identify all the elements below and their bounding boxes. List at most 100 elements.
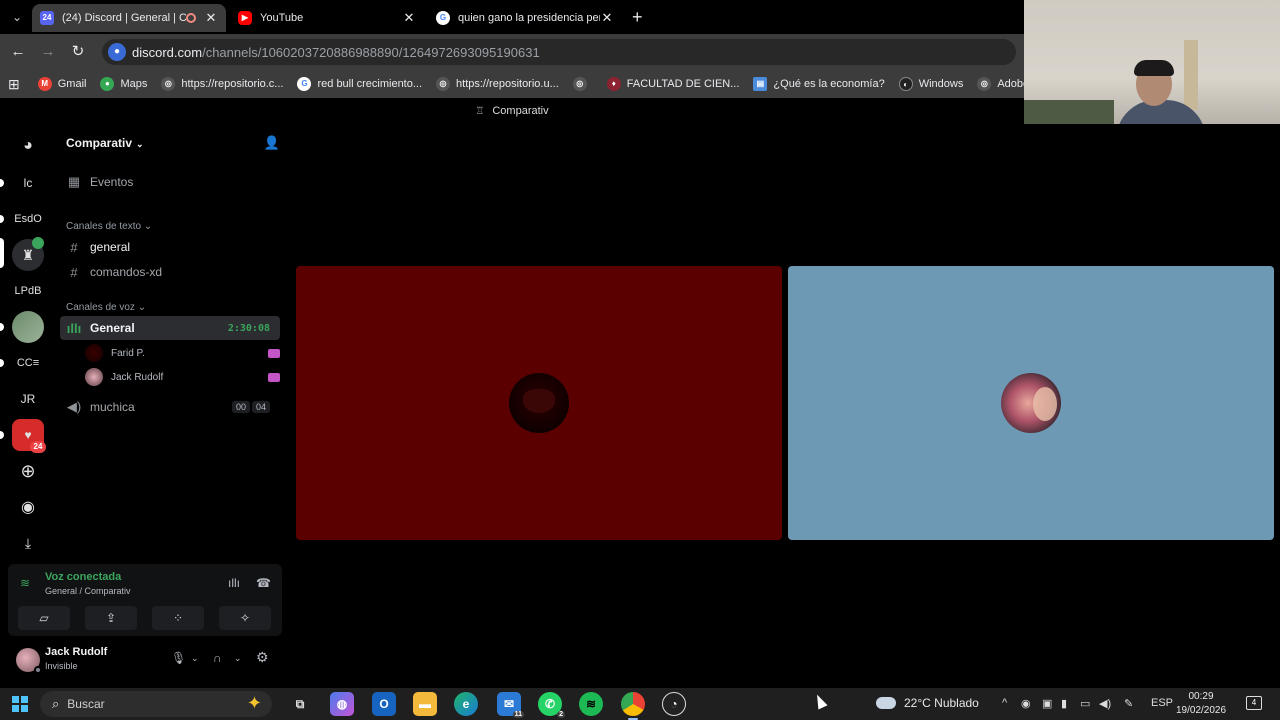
voice-status-channel[interactable]: General / Comparativ xyxy=(45,586,131,596)
voice-channel-general[interactable]: ıllı General 2:30:08 xyxy=(60,316,280,340)
obs-icon[interactable]: ◔ xyxy=(662,692,686,716)
copilot-icon[interactable]: ◍ xyxy=(330,692,354,716)
bookmark-repositorio-c[interactable]: ◎ https://repositorio.c... xyxy=(161,77,283,91)
signal-icon[interactable]: ≋ xyxy=(20,576,30,590)
bookmark-windows[interactable]: ◐ Windows xyxy=(898,77,963,91)
noise-suppression-icon[interactable]: ıllı xyxy=(228,576,240,590)
tab-google[interactable]: G quien gano la presidencia peru ✕ xyxy=(428,4,622,32)
tab-youtube[interactable]: ▶ YouTube ✕ xyxy=(230,4,424,32)
chrome-icon[interactable] xyxy=(621,692,645,716)
explore-compass-icon[interactable]: ◉ xyxy=(12,491,44,523)
share-screen-button[interactable]: ⇪ xyxy=(85,606,137,630)
record-icon[interactable]: ◉ xyxy=(1021,697,1031,710)
bookmark-gmail[interactable]: M Gmail xyxy=(37,77,86,91)
camera-off-icon: ▱ xyxy=(39,611,49,625)
server-red[interactable]: ♥ 24 xyxy=(12,419,46,453)
voice-user-farid[interactable]: Farid P. xyxy=(85,342,280,364)
pen-icon[interactable]: ✎ xyxy=(1124,697,1133,710)
close-tab-icon[interactable]: ✕ xyxy=(204,10,218,26)
microphone-icon[interactable]: ▮ xyxy=(1061,697,1067,710)
close-tab-icon[interactable]: ✕ xyxy=(402,10,416,26)
headphones-icon[interactable]: ∩ xyxy=(213,651,222,665)
chevron-down-icon[interactable]: ⌄ xyxy=(191,653,199,664)
camera-live-icon xyxy=(268,372,280,382)
bookmark-repositorio-u[interactable]: ◎ https://repositorio.u... xyxy=(436,77,559,91)
forward-arrow-icon[interactable]: → xyxy=(38,42,58,62)
server-name-header[interactable]: Comparativ ⌄ xyxy=(66,136,144,150)
bookmark-economia[interactable]: ▤ ¿Qué es la economía? xyxy=(753,77,885,91)
microphone-access-icon[interactable]: ● xyxy=(108,43,126,61)
tab-discord[interactable]: 24 (24) Discord | General | Comparativ ✕ xyxy=(32,4,226,32)
bookmark-red-bull[interactable]: Gred bull crecimiento... xyxy=(297,77,422,91)
task-view-icon[interactable]: ⧉ xyxy=(288,692,312,716)
server-lpdb[interactable]: LPdB xyxy=(12,275,44,307)
crest-icon: ♦ xyxy=(606,77,621,91)
bookmark-maps[interactable]: ● Maps xyxy=(100,77,147,91)
show-hidden-icons-icon[interactable]: ^ xyxy=(1002,697,1007,709)
webcam-background xyxy=(1184,40,1198,110)
channel-general[interactable]: # general xyxy=(60,235,280,259)
server-avatar-icon: ♥ xyxy=(24,428,32,442)
microphone-icon[interactable]: 🎙 xyxy=(171,651,186,665)
voice-status-title[interactable]: Voz conectada xyxy=(45,571,121,583)
selected-indicator xyxy=(0,238,4,268)
start-button[interactable] xyxy=(12,696,28,712)
server-jr[interactable]: JR xyxy=(12,383,44,415)
server-lc[interactable]: lc xyxy=(12,167,44,199)
download-icon[interactable]: ⤓ xyxy=(12,527,44,559)
voice-channels-category[interactable]: Canales de voz ⌄ xyxy=(66,302,146,313)
chevron-down-icon[interactable]: ⌄ xyxy=(234,653,242,664)
language-indicator[interactable]: ESP xyxy=(1151,697,1173,709)
voice-user-jack[interactable]: Jack Rudolf xyxy=(85,366,280,388)
url-bar[interactable]: ● discord.com/channels/10602037208869888… xyxy=(102,39,1016,65)
text-channels-category[interactable]: Canales de texto ⌄ xyxy=(66,221,152,232)
soundboard-icon: ✧ xyxy=(239,611,251,625)
spotify-icon[interactable]: ≋ xyxy=(579,692,603,716)
copilot-sparkle-icon[interactable]: ✦ xyxy=(247,693,262,714)
file-explorer-icon[interactable]: ▬ xyxy=(413,692,437,716)
soundboard-button[interactable]: ✧ xyxy=(219,606,271,630)
voice-channel-muchica[interactable]: ◀) muchica 00 04 xyxy=(60,395,280,419)
discord-home-icon[interactable]: ◕ xyxy=(12,130,44,162)
video-tile-jack[interactable] xyxy=(788,266,1274,540)
back-arrow-icon[interactable]: ← xyxy=(8,42,28,62)
screen-share-icon: ⇪ xyxy=(105,611,117,625)
server-cc[interactable]: CC≡ xyxy=(12,347,44,379)
username[interactable]: Jack Rudolf xyxy=(45,646,107,658)
user-panel: Jack Rudolf Invisible 🎙 ⌄ ∩ ⌄ ⚙ xyxy=(8,640,282,680)
bookmark-globe[interactable]: ◎ xyxy=(572,77,593,91)
taskbar-search[interactable]: ⌕ Buscar ✦ xyxy=(40,691,272,717)
apps-grid-icon[interactable]: ⊞ xyxy=(8,76,20,93)
maps-icon: ● xyxy=(100,77,115,91)
call-timer: 2:30:08 xyxy=(227,322,270,334)
server-image-2[interactable] xyxy=(12,311,44,343)
add-server-icon[interactable]: ⊕ xyxy=(12,455,44,487)
bookmark-facultad[interactable]: ♦ FACULTAD DE CIEN... xyxy=(606,77,739,91)
volume-icon[interactable]: ◀) xyxy=(1099,697,1111,710)
whatsapp-icon[interactable]: ✆ 2 xyxy=(538,692,565,718)
notifications-icon[interactable]: 4 xyxy=(1246,696,1262,710)
activities-button[interactable]: ⁘ xyxy=(152,606,204,630)
invite-member-icon[interactable]: 👤 xyxy=(264,135,280,151)
tab-search-icon[interactable]: ⌄ xyxy=(8,8,26,26)
close-tab-icon[interactable]: ✕ xyxy=(600,10,614,26)
server-esdo[interactable]: EsdO xyxy=(12,203,44,235)
server-image-1[interactable]: ♜ xyxy=(12,237,44,271)
settings-gear-icon[interactable]: ⚙ xyxy=(256,649,269,666)
camera-off-button[interactable]: ▱ xyxy=(18,606,70,630)
unread-indicator xyxy=(0,431,4,439)
new-tab-button[interactable]: + xyxy=(632,8,643,26)
tray-app-icon[interactable]: ▣ xyxy=(1042,697,1052,710)
edge-icon[interactable]: e xyxy=(454,692,478,716)
outlook-icon[interactable]: O xyxy=(372,692,396,716)
channel-comandos-xd[interactable]: # comandos-xd xyxy=(60,260,280,284)
weather-widget[interactable]: 22°C Nublado xyxy=(876,696,979,710)
reload-icon[interactable]: ↻ xyxy=(68,42,88,62)
bookmarks-bar: ⊞ M Gmail ● Maps ◎ https://repositorio.c...… xyxy=(0,70,1070,98)
video-tile-farid[interactable] xyxy=(296,266,782,540)
network-icon[interactable]: ▭ xyxy=(1080,697,1090,710)
mail-icon[interactable]: ✉ 11 xyxy=(497,692,524,718)
events-item[interactable]: ▦ Eventos xyxy=(60,170,280,194)
disconnect-phone-icon[interactable]: ☎ xyxy=(256,576,271,590)
clock[interactable]: 00:29 19/02/2026 xyxy=(1176,690,1226,718)
